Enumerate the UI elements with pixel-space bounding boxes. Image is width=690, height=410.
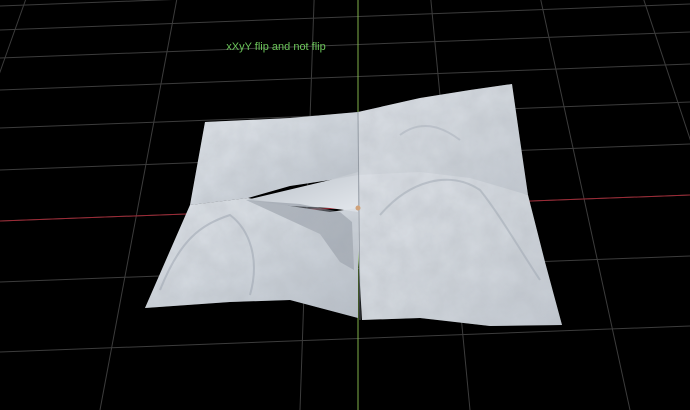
grid-line — [0, 3, 690, 31]
grid-line — [0, 63, 690, 91]
grid-line — [643, 0, 690, 141]
scene-canvas[interactable] — [0, 0, 690, 410]
grid-line — [99, 0, 178, 410]
grid-line — [0, 31, 690, 59]
grid-line — [0, 0, 173, 7]
grid-line — [0, 325, 690, 353]
origin-marker — [355, 205, 361, 211]
grid-line — [0, 0, 27, 74]
3d-viewport[interactable]: xXyY flip and not flip — [0, 0, 690, 410]
grid-line — [540, 0, 631, 410]
